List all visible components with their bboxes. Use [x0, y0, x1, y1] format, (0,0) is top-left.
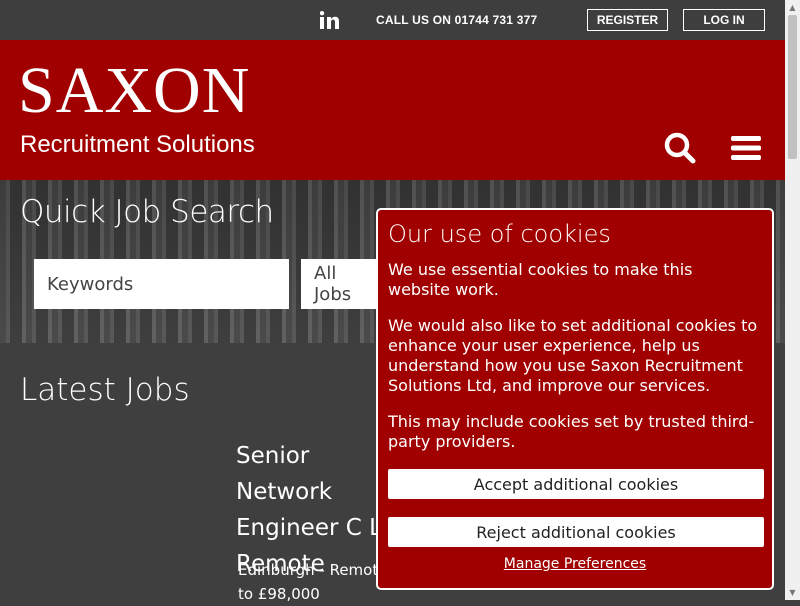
cookie-paragraph-additional: We would also like to set additional coo… [388, 316, 758, 395]
reject-cookies-button[interactable]: Reject additional cookies [388, 517, 764, 547]
scroll-thumb[interactable] [788, 15, 797, 159]
cookie-title: Our use of cookies [388, 220, 611, 248]
cookie-consent-dialog: Our use of cookies We use essential cook… [376, 208, 774, 590]
cookie-paragraph-essential: We use essential cookies to make this we… [388, 260, 693, 299]
menu-icon[interactable] [731, 136, 761, 160]
linkedin-icon[interactable] [319, 11, 339, 29]
keywords-input[interactable]: Keywords [34, 259, 289, 309]
register-button[interactable]: REGISTER [587, 9, 668, 31]
search-icon[interactable] [664, 132, 696, 164]
quick-search-title: Quick Job Search [20, 194, 274, 230]
top-bar: CALL US ON 01744 731 377 REGISTER LOG IN [0, 0, 785, 40]
logo-subtitle: Recruitment Solutions [20, 131, 255, 158]
call-us-text[interactable]: CALL US ON 01744 731 377 [376, 13, 537, 27]
logo-main: SAXON [18, 54, 251, 127]
scroll-up-icon[interactable]: ▲ [785, 0, 800, 15]
manage-preferences-link[interactable]: Manage Preferences [378, 556, 772, 572]
scroll-down-icon[interactable]: ▼ [785, 585, 800, 600]
page-scrollbar[interactable]: ▲ ▼ [785, 0, 800, 600]
site-header: SAXON Recruitment Solutions [0, 40, 785, 180]
cookie-paragraph-third-party: This may include cookies set by trusted … [388, 412, 755, 451]
latest-jobs-title: Latest Jobs [20, 372, 190, 408]
login-button[interactable]: LOG IN [683, 9, 765, 31]
job-card-location-salary: Edinburgh - Remote to £98,000 [238, 561, 388, 603]
accept-cookies-button[interactable]: Accept additional cookies [388, 469, 764, 499]
